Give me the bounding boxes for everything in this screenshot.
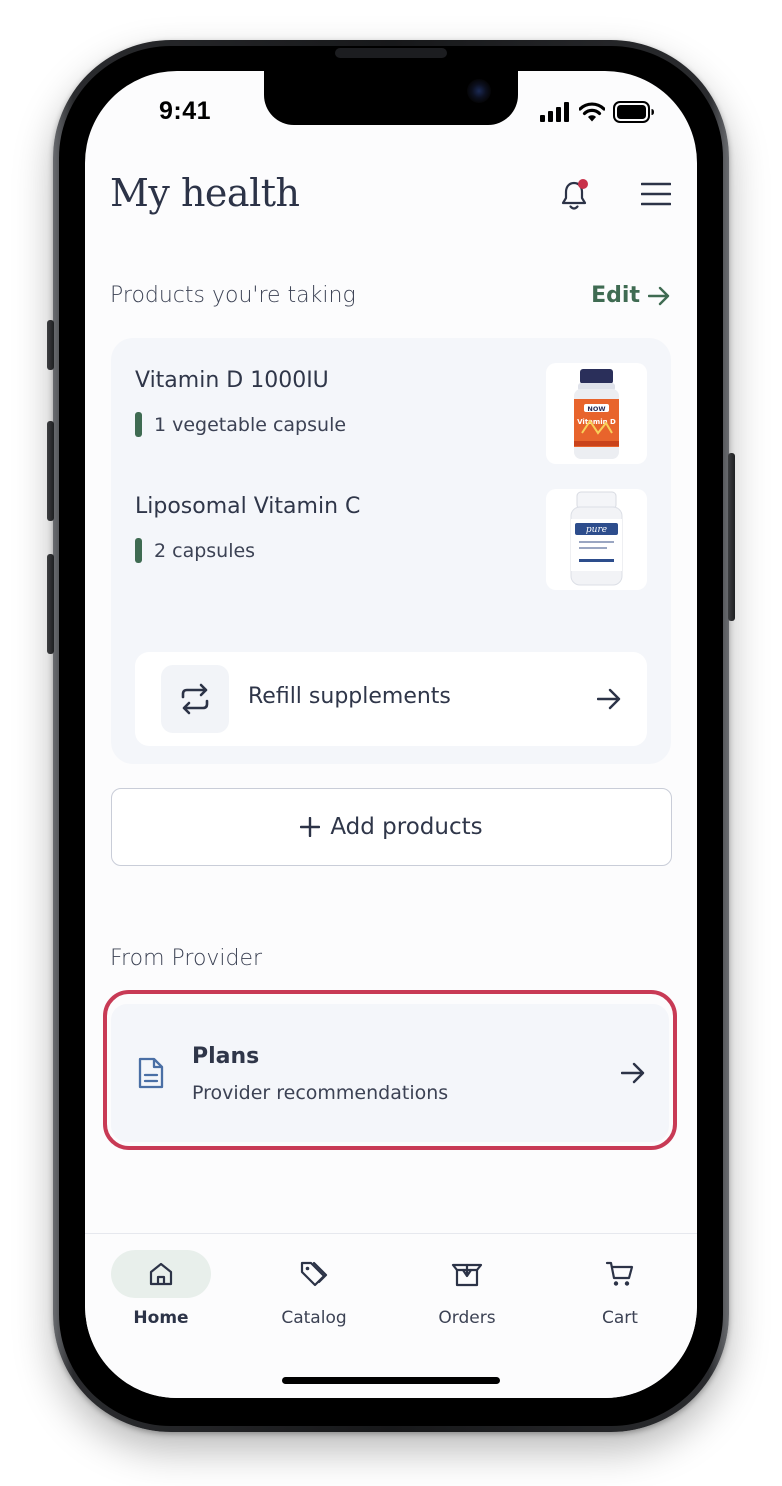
add-products-label: Add products [330, 814, 483, 840]
tab-icon-container [570, 1250, 670, 1298]
app-screen: 9:41 My health Products you're taking Ed… [85, 71, 697, 1398]
svg-text:NOW: NOW [587, 405, 605, 413]
supplement-bottle-vitamin-d-icon: NOW Vitamin D [574, 369, 619, 459]
plus-icon [300, 817, 321, 837]
home-icon [149, 1262, 173, 1286]
dose-text: 1 vegetable capsule [154, 413, 347, 436]
status-time: 9:41 [159, 97, 212, 125]
dose-text: 2 capsules [154, 539, 256, 562]
plans-subtitle: Provider recommendations [192, 1082, 449, 1104]
arrow-right-icon [621, 1062, 645, 1084]
refill-label: Refill supplements [248, 684, 451, 709]
product-name[interactable]: Liposomal Vitamin C [135, 494, 360, 519]
tab-label: Home [133, 1308, 189, 1328]
add-products-button[interactable]: Add products [111, 788, 672, 866]
edit-label: Edit [591, 283, 640, 308]
document-icon [138, 1057, 164, 1089]
tag-icon [300, 1261, 328, 1287]
tab-orders[interactable]: Orders [417, 1250, 517, 1328]
status-icons [540, 101, 655, 123]
arrow-right-icon [648, 286, 670, 305]
refresh-arrows-icon [181, 683, 209, 715]
battery-icon [613, 101, 654, 123]
tab-label: Cart [602, 1308, 638, 1328]
tab-icon-container [417, 1250, 517, 1298]
bottom-tab-bar: Home Catalog Orders Cart [85, 1233, 697, 1398]
page-title: My health [110, 171, 300, 215]
supplement-bottle-vitamin-c-icon: pure [570, 491, 623, 586]
plans-title: Plans [192, 1044, 260, 1069]
edit-link[interactable]: Edit [591, 283, 670, 308]
earpiece-speaker [335, 48, 447, 58]
product-name[interactable]: Vitamin D 1000IU [135, 368, 329, 393]
svg-text:pure: pure [586, 525, 607, 535]
svg-text:Vitamin D: Vitamin D [577, 418, 616, 426]
dose-indicator [135, 538, 142, 563]
tab-cart[interactable]: Cart [570, 1250, 670, 1328]
tab-catalog[interactable]: Catalog [264, 1250, 364, 1328]
tab-home[interactable]: Home [111, 1250, 211, 1328]
tab-icon-container [264, 1250, 364, 1298]
volume-up-button [47, 421, 54, 521]
tab-label: Catalog [281, 1308, 347, 1328]
arrow-right-icon [597, 688, 621, 710]
box-icon [451, 1263, 483, 1287]
notifications-bell-icon[interactable] [559, 179, 589, 213]
cart-icon [605, 1261, 634, 1286]
refill-supplements-button[interactable]: Refill supplements [135, 652, 647, 746]
volume-down-button [47, 554, 54, 654]
product-dose: 1 vegetable capsule [135, 412, 346, 437]
notification-dot [578, 179, 588, 189]
products-section-label: Products you're taking [110, 283, 356, 308]
products-card: Vitamin D 1000IU 1 vegetable capsule NOW… [111, 338, 671, 764]
home-indicator[interactable] [282, 1377, 500, 1384]
wifi-icon [579, 102, 605, 122]
mute-switch [47, 320, 54, 370]
notch [264, 71, 518, 125]
refill-icon-box [161, 665, 229, 733]
power-button [728, 453, 735, 621]
product-image-vitamin-c[interactable]: pure [546, 489, 647, 590]
dose-indicator [135, 412, 142, 437]
hamburger-menu-icon[interactable] [641, 181, 671, 207]
front-camera [467, 79, 491, 103]
cellular-signal-icon [540, 102, 569, 122]
product-dose: 2 capsules [135, 538, 255, 563]
provider-section-label: From Provider [110, 946, 263, 971]
tab-icon-container [111, 1250, 211, 1298]
plans-card[interactable]: Plans Provider recommendations [111, 1004, 669, 1142]
tab-label: Orders [438, 1308, 496, 1328]
product-image-vitamin-d[interactable]: NOW Vitamin D [546, 363, 647, 464]
